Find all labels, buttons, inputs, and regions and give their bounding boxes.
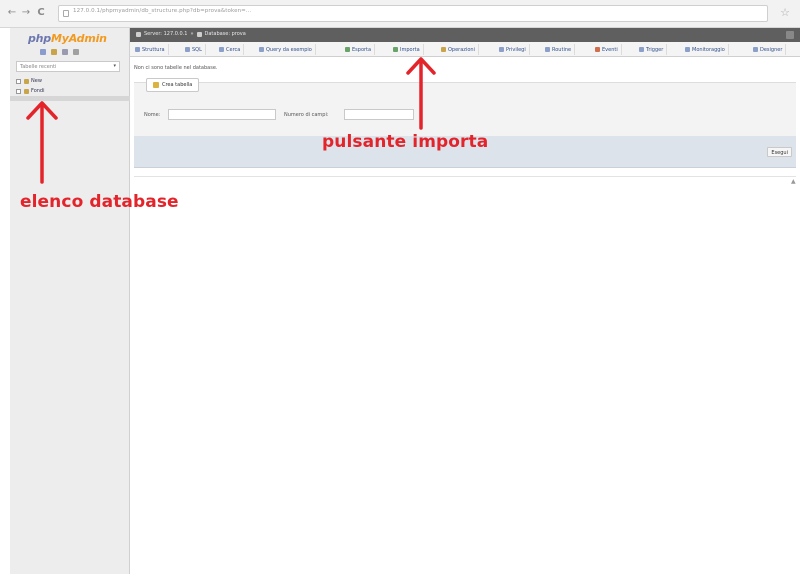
export-icon (345, 47, 350, 52)
wrench-icon (441, 47, 446, 52)
sql-icon (185, 47, 190, 52)
tab-privileges[interactable]: Privilegi (496, 44, 530, 55)
routines-icon (545, 47, 550, 52)
events-icon (595, 47, 600, 52)
designer-icon (753, 47, 758, 52)
tab-operations[interactable]: Operazioni (438, 44, 479, 55)
query-icon (259, 47, 264, 52)
docs-icon[interactable] (62, 49, 68, 55)
top-breadcrumb-bar: Server: 127.0.0.1 » Database: prova (130, 28, 800, 42)
server-icon (136, 31, 141, 37)
tab-label: Esporta (352, 46, 372, 53)
tab-export[interactable]: Esporta (342, 44, 376, 55)
bookmark-star-icon[interactable]: ☆ (778, 6, 792, 20)
tab-routines[interactable]: Routine (542, 44, 576, 55)
tab-query[interactable]: Query da esempio (256, 44, 316, 55)
database-list-annotation: elenco database (20, 192, 179, 212)
tab-label: Monitoraggio (692, 46, 725, 53)
tab-designer[interactable]: Designer (750, 44, 787, 55)
chevron-down-icon: ▾ (113, 63, 116, 69)
tree-item-label: New (31, 78, 42, 84)
breadcrumb-server[interactable]: Server: 127.0.0.1 (144, 31, 187, 37)
privileges-icon (499, 47, 504, 52)
tree-item-fondi[interactable]: Fondi (16, 86, 45, 96)
address-url: 127.0.0.1/phpmyadmin/db_structure.php?db… (73, 8, 252, 14)
create-table-fieldset: Crea tabella Nome: Numero di campi: (134, 78, 796, 136)
tab-label: Designer (760, 46, 783, 53)
tab-label: Cerca (226, 46, 241, 53)
database-icon (24, 88, 29, 94)
tree-item-label: Fondi (31, 88, 45, 94)
new-table-icon (153, 82, 159, 88)
no-tables-message: Non ci sono tabelle nel database. (134, 65, 218, 71)
logout-icon[interactable] (51, 49, 57, 55)
logo-myadmin: MyAdmin (50, 32, 107, 45)
scroll-up-icon[interactable]: ▲ (791, 178, 796, 185)
back-icon[interactable]: ← (6, 7, 18, 19)
database-icon (196, 31, 202, 37)
database-tree: New Fondi (16, 76, 45, 96)
tab-label: Trigger (646, 46, 664, 53)
settings-icon[interactable] (73, 49, 79, 55)
database-arrow-annotation (26, 101, 58, 184)
tree-item-new[interactable]: New (16, 76, 45, 86)
tab-label: Privilegi (506, 46, 526, 53)
tab-label: Importa (400, 46, 420, 53)
tab-label: Struttura (142, 46, 165, 53)
tab-events[interactable]: Eventi (592, 44, 622, 55)
nav-icon-row (40, 49, 79, 55)
breadcrumb-database[interactable]: Database: prova (205, 31, 246, 37)
import-arrow-annotation (406, 57, 436, 130)
name-label: Nome: (144, 112, 161, 118)
table-name-input[interactable] (168, 109, 276, 120)
page: ← → C 127.0.0.1/phpmyadmin/db_structure.… (0, 0, 800, 574)
triggers-icon (639, 47, 644, 52)
tab-bar: Struttura SQL Cerca Query da esempio Esp… (130, 42, 800, 57)
search-icon (219, 47, 224, 52)
breadcrumb-separator: » (190, 31, 194, 37)
tab-triggers[interactable]: Trigger (636, 44, 668, 55)
create-table-legend[interactable]: Crea tabella (146, 78, 200, 92)
tab-structure[interactable]: Struttura (132, 44, 169, 55)
recent-tables-value: Tabelle recenti (20, 64, 57, 70)
tab-label: Eventi (602, 46, 618, 53)
home-icon[interactable] (40, 49, 46, 55)
tab-label: Routine (552, 46, 572, 53)
tab-label: SQL (192, 46, 202, 53)
database-icon (24, 78, 29, 84)
create-table-label: Crea tabella (162, 82, 193, 88)
recent-tables-select[interactable]: Tabelle recenti ▾ (16, 61, 120, 72)
address-bar[interactable]: 127.0.0.1/phpmyadmin/db_structure.php?db… (58, 5, 768, 22)
logo-php: php (28, 32, 51, 45)
phpmyadmin-logo[interactable]: phpMyAdmin (28, 32, 107, 45)
page-icon (63, 10, 69, 17)
tab-sql[interactable]: SQL (182, 44, 206, 55)
collapse-icon[interactable] (786, 31, 794, 39)
content-divider (134, 176, 796, 177)
run-button[interactable]: Esegui (767, 147, 792, 157)
breadcrumb: Server: 127.0.0.1 » Database: prova (136, 31, 246, 37)
structure-icon (135, 47, 140, 52)
columns-label: Numero di campi: (284, 112, 329, 118)
expand-icon[interactable] (16, 78, 21, 84)
tab-tracking[interactable]: Monitoraggio (682, 44, 729, 55)
expand-icon[interactable] (16, 88, 21, 94)
forward-icon[interactable]: → (20, 7, 32, 19)
tracking-icon (685, 47, 690, 52)
tab-label: Operazioni (448, 46, 475, 53)
tab-label: Query da esempio (266, 46, 312, 53)
reload-icon[interactable]: C (35, 7, 47, 19)
import-button-annotation: pulsante importa (322, 132, 489, 152)
tab-search[interactable]: Cerca (216, 44, 245, 55)
browser-toolbar: ← → C 127.0.0.1/phpmyadmin/db_structure.… (0, 0, 800, 28)
import-icon (393, 47, 398, 52)
